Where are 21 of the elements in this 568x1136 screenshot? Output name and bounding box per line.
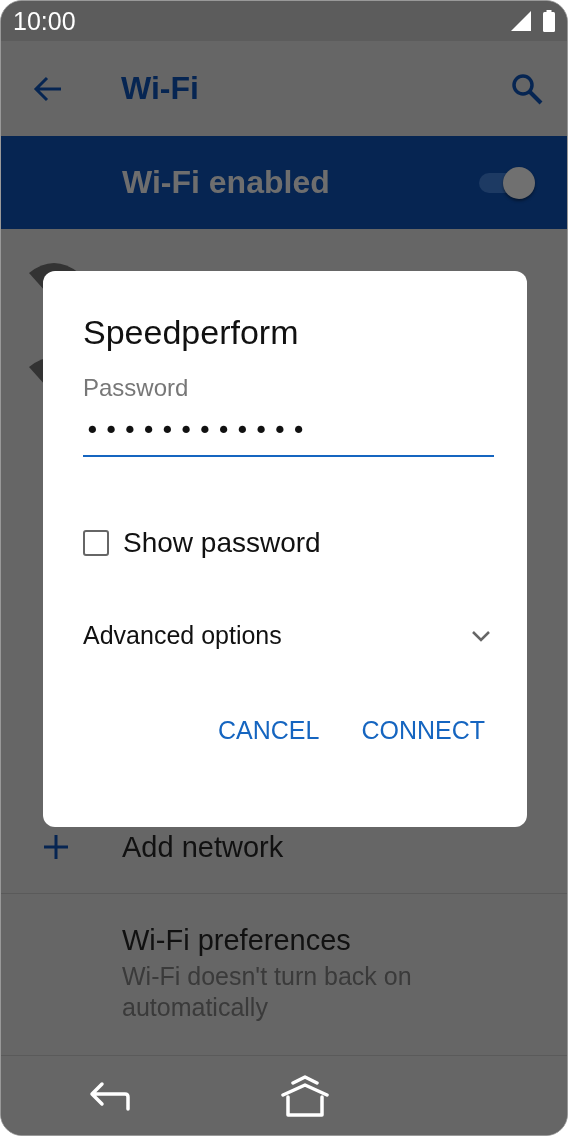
battery-icon — [543, 10, 555, 32]
clock-time: 10:00 — [13, 6, 76, 36]
password-field[interactable]: •••••••••••• — [83, 408, 494, 457]
wifi-toggle-switch[interactable] — [479, 166, 535, 199]
home-icon[interactable] — [281, 1074, 329, 1117]
preferences-title: Wi-Fi preferences — [122, 924, 352, 957]
dialog-title: Speedperform — [83, 313, 300, 352]
signal-icon — [511, 11, 531, 31]
advanced-options-label[interactable]: Advanced options — [83, 621, 282, 650]
password-label: Password — [83, 374, 190, 402]
page-title: Wi-Fi — [121, 70, 200, 107]
cancel-button[interactable]: CANCEL — [217, 712, 320, 749]
back-arrow-icon[interactable] — [33, 75, 63, 102]
show-password-checkbox[interactable] — [83, 530, 109, 556]
connect-button[interactable]: CONNECT — [361, 712, 485, 749]
show-password-label[interactable]: Show password — [123, 527, 321, 559]
search-icon[interactable] — [511, 72, 543, 105]
back-icon[interactable] — [89, 1080, 131, 1111]
plus-icon — [43, 834, 69, 860]
chevron-icon[interactable] — [471, 629, 491, 642]
wifi-enabled-label: Wi-Fi enabled — [122, 164, 331, 201]
